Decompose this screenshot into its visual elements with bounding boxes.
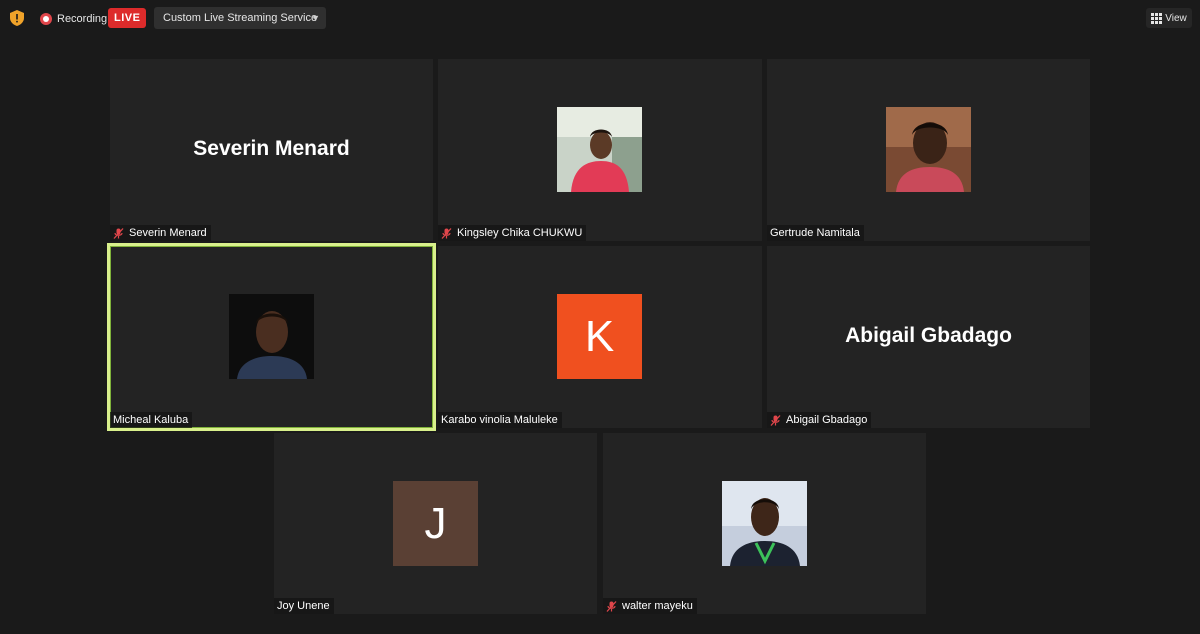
participant-name-tag: Joy Unene <box>274 598 334 614</box>
recording-indicator[interactable]: Recording <box>40 11 107 27</box>
participant-name-tag: Micheal Kaluba <box>110 412 193 428</box>
participant-tile[interactable]: K Karabo vinolia Maluleke <box>438 246 762 428</box>
chevron-down-icon: ▼ <box>311 13 320 23</box>
active-speaker-tile[interactable]: Micheal Kaluba <box>107 243 436 431</box>
view-button[interactable]: View <box>1146 8 1192 28</box>
microphone-muted-icon <box>441 227 452 239</box>
participant-name: Abigail Gbadago <box>786 414 868 426</box>
participant-name: Micheal Kaluba <box>113 414 189 426</box>
participant-name-tag: Abigail Gbadago <box>767 412 872 428</box>
microphone-muted-icon <box>606 600 617 612</box>
participant-display-name: Abigail Gbadago <box>845 324 1012 347</box>
security-shield-icon[interactable] <box>10 10 24 26</box>
live-badge[interactable]: LIVE <box>108 8 147 28</box>
meeting-top-bar: Recording LIVE Custom Live Streaming Ser… <box>0 0 1200 40</box>
participant-initial-avatar: J <box>393 481 478 566</box>
participant-name: Gertrude Namitala <box>770 227 860 239</box>
live-streaming-service-dropdown[interactable]: Custom Live Streaming Service ▼ <box>154 7 326 29</box>
participant-name: Kingsley Chika CHUKWU <box>457 227 583 239</box>
participant-name-tag: Severin Menard <box>110 225 211 241</box>
streaming-service-label: Custom Live Streaming Service <box>163 12 318 24</box>
participant-avatar <box>886 107 971 192</box>
participant-initial-avatar: K <box>557 294 642 379</box>
participant-name: Joy Unene <box>277 600 330 612</box>
participant-display-name: Severin Menard <box>193 137 350 160</box>
participant-tile[interactable]: Gertrude Namitala <box>767 59 1090 241</box>
participant-tile[interactable]: walter mayeku <box>603 433 926 614</box>
grid-view-icon <box>1151 12 1163 24</box>
participant-avatar <box>229 294 314 379</box>
recording-label: Recording <box>57 13 108 25</box>
participant-avatar <box>557 107 642 192</box>
participant-tile[interactable]: J Joy Unene <box>274 433 597 614</box>
participant-avatar <box>722 481 807 566</box>
participant-name-tag: Kingsley Chika CHUKWU <box>438 225 587 241</box>
participant-tile[interactable]: Kingsley Chika CHUKWU <box>438 59 762 241</box>
participant-tile[interactable]: Severin Menard Severin Menard <box>110 59 433 241</box>
participant-name-tag: Karabo vinolia Maluleke <box>438 412 562 428</box>
participant-name-tag: walter mayeku <box>603 598 697 614</box>
microphone-muted-icon <box>770 414 781 426</box>
participant-name: Karabo vinolia Maluleke <box>441 414 558 426</box>
participant-name: walter mayeku <box>622 600 693 612</box>
participant-name: Severin Menard <box>129 227 207 239</box>
microphone-muted-icon <box>113 227 124 239</box>
view-button-label: View <box>1165 12 1187 24</box>
participant-tile[interactable]: Abigail Gbadago Abigail Gbadago <box>767 246 1090 428</box>
participant-name-tag: Gertrude Namitala <box>767 225 864 241</box>
recording-icon <box>40 13 52 25</box>
